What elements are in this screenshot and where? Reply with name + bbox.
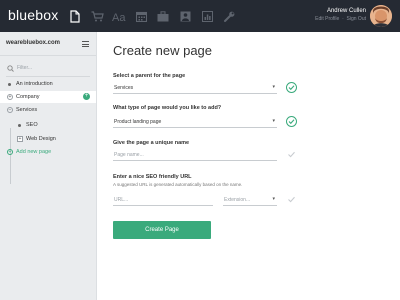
- top-bar: bluebox Aa Andrew Cullen Edit Profile · …: [0, 0, 400, 32]
- page-name-label: Give the page a unique name: [113, 140, 190, 146]
- url-input[interactable]: URL...: [113, 194, 213, 206]
- filter-field[interactable]: Filter...: [6, 64, 90, 77]
- seo-url-note: A suggested URL is generated automatical…: [113, 182, 243, 187]
- page-title: Create new page: [113, 43, 213, 58]
- expand-icon[interactable]: +: [7, 94, 13, 100]
- parent-select[interactable]: Services ▾: [113, 82, 277, 94]
- cart-icon[interactable]: [86, 0, 108, 32]
- main-content: Create new page Select a parent for the …: [113, 32, 400, 300]
- briefcase-icon[interactable]: [152, 0, 174, 32]
- filter-input[interactable]: Filter...: [17, 65, 32, 71]
- add-child-icon[interactable]: +: [83, 93, 90, 100]
- brand-logo[interactable]: bluebox: [8, 7, 58, 23]
- check-icon: [286, 116, 297, 127]
- sidebar: wearebluebox.com Filter... An introducti…: [0, 32, 97, 300]
- person-icon[interactable]: [174, 0, 196, 32]
- chevron-down-icon: ▾: [272, 196, 275, 202]
- wrench-icon[interactable]: [218, 0, 240, 32]
- check-icon: [286, 149, 297, 160]
- seo-url-label: Enter a nice SEO friendly URL: [113, 174, 192, 180]
- check-icon: [286, 194, 297, 205]
- chart-icon[interactable]: [196, 0, 218, 32]
- page-type-select[interactable]: Product landing page ▾: [113, 116, 277, 128]
- calendar-icon[interactable]: [130, 0, 152, 32]
- menu-icon[interactable]: [82, 41, 89, 47]
- user-name: Andrew Cullen: [326, 8, 366, 14]
- check-icon: [286, 82, 297, 93]
- parent-label: Select a parent for the page: [113, 73, 186, 79]
- collapse-icon[interactable]: −: [7, 107, 13, 113]
- expand-icon[interactable]: +: [17, 136, 23, 142]
- add-new-page-link[interactable]: + Add new page: [0, 146, 96, 158]
- site-name: wearebluebox.com: [6, 40, 61, 46]
- svg-text:Aa: Aa: [112, 12, 126, 22]
- user-info: Andrew Cullen Edit Profile · Sign Out: [315, 8, 366, 22]
- bullet-icon: [18, 123, 21, 127]
- tree-item-introduction[interactable]: An introduction: [0, 78, 96, 90]
- page-type-label: What type of page would you like to add?: [113, 105, 222, 111]
- add-icon: +: [7, 149, 13, 155]
- avatar[interactable]: [370, 5, 392, 27]
- app-nav: Aa: [64, 0, 240, 32]
- document-icon[interactable]: [64, 0, 86, 32]
- extension-select[interactable]: Extension... ▾: [223, 194, 277, 206]
- edit-profile-link[interactable]: Edit Profile: [315, 16, 339, 22]
- chevron-down-icon: ▾: [272, 84, 275, 90]
- tree-item-web-design[interactable]: + Web Design: [0, 133, 96, 145]
- typography-icon[interactable]: Aa: [108, 0, 130, 32]
- create-page-button[interactable]: Create Page: [113, 221, 211, 239]
- site-selector[interactable]: wearebluebox.com: [0, 32, 96, 56]
- search-icon: [7, 65, 14, 72]
- tree-item-seo[interactable]: SEO: [0, 119, 96, 131]
- bullet-icon: [8, 82, 11, 86]
- tree-item-company[interactable]: + Company +: [0, 91, 96, 103]
- sign-out-link[interactable]: Sign Out: [347, 16, 366, 22]
- chevron-down-icon: ▾: [272, 118, 275, 124]
- tree-item-services[interactable]: − Services: [0, 104, 96, 116]
- page-name-input[interactable]: Page name...: [113, 149, 277, 161]
